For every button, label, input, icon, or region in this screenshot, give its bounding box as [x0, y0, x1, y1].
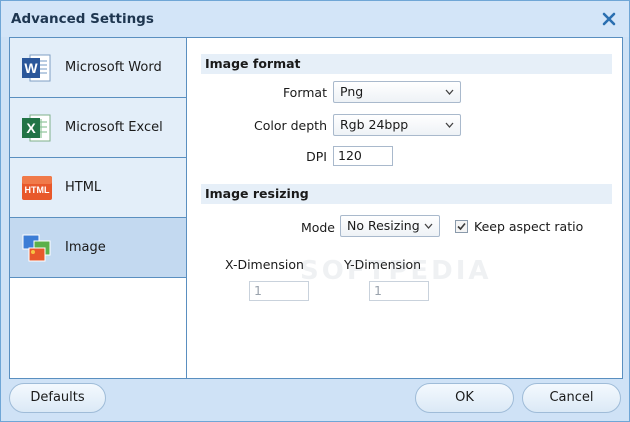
y-dimension-label: Y-Dimension — [344, 257, 422, 272]
format-value: Png — [340, 84, 364, 99]
excel-icon: X — [22, 114, 51, 141]
word-icon: W — [22, 54, 51, 81]
svg-text:W: W — [24, 60, 38, 76]
image-resizing-heading: Image resizing — [201, 184, 612, 204]
chevron-down-icon — [424, 223, 433, 229]
dialog-title: Advanced Settings — [11, 11, 154, 27]
color-depth-value: Rgb 24bpp — [340, 117, 409, 132]
sidebar-item-label: Image — [65, 240, 106, 255]
chevron-down-icon — [445, 89, 454, 95]
sidebar-item-label: Microsoft Word — [65, 60, 162, 75]
image-format-heading: Image format — [201, 54, 612, 74]
format-label: Format — [282, 85, 327, 100]
html-icon-text: HTML — [25, 185, 50, 195]
y-dimension-input[interactable]: 1 — [369, 281, 429, 301]
sidebar-item-image[interactable]: Image — [10, 218, 186, 278]
sidebar-item-microsoft-word[interactable]: W Microsoft Word — [10, 38, 186, 98]
sidebar-item-html[interactable]: HTML HTML — [10, 158, 186, 218]
html-icon: HTML — [22, 175, 52, 200]
color-depth-label: Color depth — [254, 118, 327, 133]
sidebar: W Microsoft Word X Microsoft Excel HTML … — [10, 38, 187, 378]
close-icon — [602, 12, 616, 26]
checkmark-icon — [457, 222, 466, 231]
x-dimension-label: X-Dimension — [225, 257, 304, 272]
chevron-down-icon — [445, 122, 454, 128]
dpi-input[interactable]: 120 — [333, 146, 393, 166]
close-button[interactable] — [599, 9, 619, 29]
keep-aspect-ratio-label: Keep aspect ratio — [474, 219, 584, 234]
sidebar-item-label: HTML — [65, 180, 102, 195]
defaults-button[interactable]: Defaults — [9, 383, 106, 413]
mode-value: No Resizing — [347, 218, 420, 233]
format-select[interactable]: Png — [333, 81, 461, 103]
cancel-button[interactable]: Cancel — [522, 383, 621, 413]
dialog-body: W Microsoft Word X Microsoft Excel HTML … — [9, 37, 623, 379]
x-dimension-input[interactable]: 1 — [249, 281, 309, 301]
image-icon — [22, 234, 51, 261]
mode-select[interactable]: No Resizing — [340, 215, 440, 237]
color-depth-select[interactable]: Rgb 24bpp — [333, 114, 461, 136]
mode-label: Mode — [300, 220, 335, 235]
sidebar-item-label: Microsoft Excel — [65, 120, 163, 135]
keep-aspect-ratio-checkbox[interactable] — [455, 220, 468, 233]
sidebar-item-microsoft-excel[interactable]: X Microsoft Excel — [10, 98, 186, 158]
ok-button[interactable]: OK — [415, 383, 514, 413]
settings-panel: Image format Format Png Color depth Rgb … — [187, 38, 622, 378]
advanced-settings-dialog: Advanced Settings W Microsoft Word X Mic… — [0, 0, 630, 422]
title-bar: Advanced Settings — [1, 1, 629, 37]
dpi-label: DPI — [306, 149, 327, 164]
svg-text:X: X — [26, 120, 36, 136]
